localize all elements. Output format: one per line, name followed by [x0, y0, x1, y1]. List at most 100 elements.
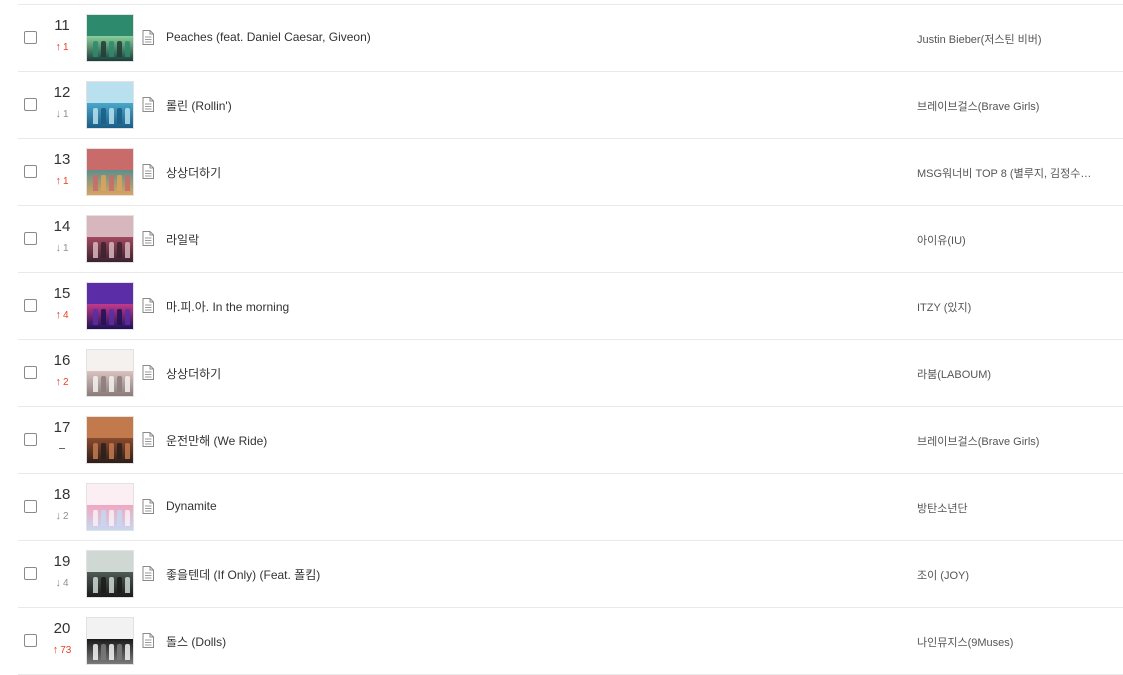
artist-name[interactable]: 브레이브걸스(Brave Girls): [917, 433, 1039, 449]
dash-icon: [59, 447, 65, 449]
cover-art-figure: [93, 443, 98, 459]
chart-row: 15 ↑ 4 마.피.아. In the morning ITZY (있지): [18, 273, 1123, 340]
rank-number: 17: [53, 419, 71, 436]
cover-art-figure: [101, 108, 106, 124]
cover-art-figure: [117, 41, 122, 57]
document-icon[interactable]: [142, 499, 154, 514]
song-title[interactable]: 라일락: [166, 231, 199, 248]
artist-name[interactable]: Justin Bieber(저스틴 비버): [917, 31, 1042, 47]
song-title[interactable]: 돌스 (Dolls): [166, 633, 226, 650]
album-cover[interactable]: [86, 483, 134, 531]
rank-number: 11: [54, 17, 70, 34]
document-icon[interactable]: [142, 633, 154, 648]
cover-art-figure: [93, 41, 98, 57]
select-checkbox[interactable]: [24, 31, 37, 44]
select-checkbox[interactable]: [24, 165, 37, 178]
rank-change-value: 73: [60, 645, 72, 656]
album-cover[interactable]: [86, 416, 134, 464]
album-cover[interactable]: [86, 349, 134, 397]
document-icon[interactable]: [142, 30, 154, 45]
cover-art-figure: [109, 309, 114, 325]
document-icon[interactable]: [142, 97, 154, 112]
rank-change-value: 1: [62, 109, 69, 120]
rank-change-value: 2: [62, 377, 69, 388]
chart-row: 19 ↓ 4 좋을텐데 (If Only) (Feat. 폴킴) 조이 (JOY): [18, 541, 1123, 608]
select-checkbox[interactable]: [24, 500, 37, 513]
document-icon[interactable]: [142, 231, 154, 246]
artist-name[interactable]: ITZY (있지): [917, 299, 971, 315]
cover-art-figure: [93, 376, 98, 392]
arrow-up-icon: ↑: [55, 41, 61, 53]
cover-art-figure: [101, 510, 106, 526]
chart-row: 13 ↑ 1 상상더하기 MSG워너비 TOP 8 (별루지, 김정수…: [18, 139, 1123, 206]
song-title[interactable]: Peaches (feat. Daniel Caesar, Giveon): [166, 30, 371, 44]
document-icon[interactable]: [142, 432, 154, 447]
chart-list: 11 ↑ 1 Peaches (feat. Daniel Caesar, Give…: [18, 4, 1123, 675]
cover-art-figure: [109, 108, 114, 124]
cover-art-figure: [109, 41, 114, 57]
rank-change: ↑ 2: [46, 376, 78, 389]
arrow-up-icon: ↑: [52, 644, 59, 656]
select-checkbox[interactable]: [24, 433, 37, 446]
song-title[interactable]: 롤린 (Rollin'): [166, 97, 232, 114]
arrow-down-icon: ↓: [55, 108, 61, 120]
song-title[interactable]: 좋을텐데 (If Only) (Feat. 폴킴): [166, 566, 320, 583]
song-title[interactable]: 마.피.아. In the morning: [166, 298, 289, 315]
album-cover[interactable]: [86, 14, 134, 62]
song-title[interactable]: 상상더하기: [166, 365, 221, 382]
select-checkbox[interactable]: [24, 634, 37, 647]
rank-change-value: 1: [62, 176, 69, 187]
cover-art-figure: [117, 309, 122, 325]
album-cover[interactable]: [86, 550, 134, 598]
cover-art-figure: [101, 175, 106, 191]
cover-art-figure: [117, 242, 122, 258]
cover-art-figure: [125, 175, 130, 191]
arrow-down-icon: ↓: [55, 510, 61, 522]
album-cover[interactable]: [86, 617, 134, 665]
artist-name[interactable]: 조이 (JOY): [917, 567, 969, 583]
rank-number: 12: [53, 84, 71, 101]
chart-row: 17 운전만해 (We Ride) 브레이브걸스(Brave Girls): [18, 407, 1123, 474]
arrow-up-icon: ↑: [55, 309, 61, 321]
rank-change: ↑ 1: [46, 175, 78, 188]
album-cover[interactable]: [86, 215, 134, 263]
artist-name[interactable]: 방탄소년단: [917, 500, 968, 516]
cover-art-figure: [125, 108, 130, 124]
rank-number: 20: [53, 620, 71, 637]
document-icon[interactable]: [142, 566, 154, 581]
song-title[interactable]: Dynamite: [166, 499, 217, 513]
select-checkbox[interactable]: [24, 366, 37, 379]
select-checkbox[interactable]: [24, 567, 37, 580]
song-title[interactable]: 상상더하기: [166, 164, 221, 181]
arrow-up-icon: ↑: [55, 175, 61, 187]
document-icon[interactable]: [142, 365, 154, 380]
select-checkbox[interactable]: [24, 232, 37, 245]
cover-art-figure: [93, 510, 98, 526]
select-checkbox[interactable]: [24, 98, 37, 111]
document-icon[interactable]: [142, 298, 154, 313]
cover-art-figure: [125, 309, 130, 325]
cover-art-figure: [125, 376, 130, 392]
rank-number: 19: [53, 553, 71, 570]
artist-name[interactable]: 라붐(LABOUM): [917, 366, 991, 382]
cover-art-figure: [117, 577, 122, 593]
cover-art-figure: [125, 510, 130, 526]
chart-row: 20 ↑ 73 돌스 (Dolls) 나인뮤지스(9Muses): [18, 608, 1123, 675]
artist-name[interactable]: 브레이브걸스(Brave Girls): [917, 98, 1039, 114]
artist-name[interactable]: 나인뮤지스(9Muses): [917, 634, 1013, 650]
album-cover[interactable]: [86, 282, 134, 330]
rank-change: ↑ 73: [46, 644, 78, 657]
album-cover[interactable]: [86, 148, 134, 196]
song-title[interactable]: 운전만해 (We Ride): [166, 432, 267, 449]
cover-art-figure: [109, 644, 114, 660]
cover-art-figure: [101, 41, 106, 57]
select-checkbox[interactable]: [24, 299, 37, 312]
document-icon[interactable]: [142, 164, 154, 179]
artist-name[interactable]: MSG워너비 TOP 8 (별루지, 김정수…: [917, 165, 1091, 181]
chart-row: 14 ↓ 1 라일락 아이유(IU): [18, 206, 1123, 273]
rank-change: ↑ 1: [46, 41, 78, 54]
cover-art-figure: [109, 577, 114, 593]
cover-art-figure: [125, 443, 130, 459]
album-cover[interactable]: [86, 81, 134, 129]
artist-name[interactable]: 아이유(IU): [917, 232, 966, 248]
